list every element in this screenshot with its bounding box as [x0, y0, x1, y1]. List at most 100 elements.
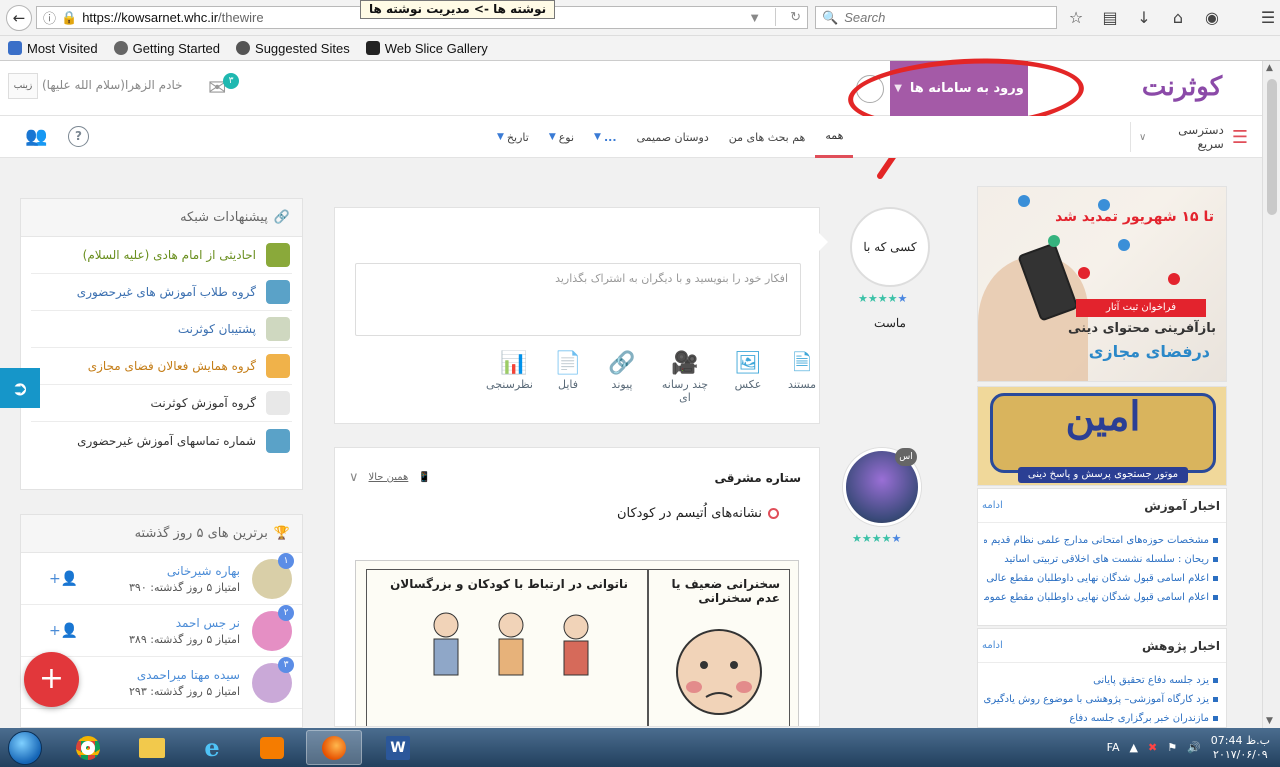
- suggestion-item[interactable]: گروه همایش فعالان فضای مجازی: [31, 348, 292, 385]
- mail-count-badge: ۳: [223, 73, 239, 89]
- scroll-thumb[interactable]: [1267, 79, 1277, 215]
- more-link[interactable]: ادامه: [982, 640, 1003, 651]
- menu-icon[interactable]: ☰: [1258, 8, 1278, 27]
- tab-my-discussions[interactable]: هم بحث های من: [719, 116, 816, 158]
- start-button[interactable]: [8, 731, 42, 765]
- post-time[interactable]: همین حالا: [369, 472, 409, 483]
- banner-ad-amin[interactable]: امین موتور جستجوی پرسش و پاسخ دینی: [977, 386, 1227, 486]
- search-input[interactable]: 🔍 Search: [815, 6, 1057, 29]
- attach-link-button[interactable]: 🔗 پیوند: [603, 350, 641, 404]
- post-input[interactable]: افکار خود را بنویسید و با دیگران به اشتر…: [355, 263, 801, 336]
- tab-type[interactable]: نوع ▼: [539, 116, 584, 158]
- quick-access-menu[interactable]: ☰ دسترسی سریع ∨: [1130, 122, 1248, 152]
- news-item[interactable]: ریحان : سلسله نشست های اخلاقی تربیتی اسا…: [984, 550, 1218, 569]
- rank-badge: ۳: [278, 656, 294, 673]
- user-name[interactable]: بهاره شیرخانی: [129, 564, 240, 578]
- user-name[interactable]: سیده مهتا میراحمدی: [129, 668, 240, 682]
- download-icon[interactable]: ↓: [1134, 8, 1154, 27]
- rating-stars: ★★★★★: [852, 532, 902, 545]
- create-poll-button[interactable]: 📊 نظرسنجی: [486, 350, 533, 404]
- tab-date[interactable]: تاریخ ▼: [487, 116, 539, 158]
- page-scrollbar[interactable]: ▲ ▼: [1262, 61, 1280, 728]
- post-author[interactable]: ستاره مشرقی: [715, 471, 801, 485]
- pocket-icon[interactable]: ◉: [1202, 8, 1222, 27]
- clock[interactable]: 07:44 ب.ظ ۲۰۱۷/۰۶/۰۹: [1211, 734, 1270, 762]
- news-item[interactable]: یزد کارگاه آموزشی– پژوهشی با موضوع روش ی…: [984, 690, 1218, 709]
- info-icon[interactable]: ⓘ: [43, 8, 56, 27]
- tab-more[interactable]: ... ▼: [584, 116, 626, 158]
- network-error-icon[interactable]: ✖: [1148, 741, 1157, 754]
- reload-icon[interactable]: ↻: [790, 9, 801, 25]
- avatar[interactable]: ۳: [252, 656, 294, 703]
- suggestion-item[interactable]: گروه آموزش کوثرنت: [31, 385, 292, 422]
- suggestion-item[interactable]: شماره تماسهای آموزش غیرحضوری: [31, 422, 292, 459]
- explorer-icon[interactable]: [124, 730, 180, 765]
- word-icon[interactable]: W: [370, 730, 426, 765]
- media-player-icon[interactable]: [244, 730, 300, 765]
- language-indicator[interactable]: FA: [1107, 741, 1120, 754]
- attach-document-button[interactable]: 🗎 مستند: [783, 350, 821, 404]
- tab-close-friends[interactable]: دوستان صمیمی: [627, 116, 719, 158]
- bookmark-web-slice-gallery[interactable]: Web Slice Gallery: [365, 41, 488, 56]
- back-icon[interactable]: ←: [6, 5, 32, 31]
- top-user-row[interactable]: ۱ بهاره شیرخانی امتیاز ۵ روز گذشته: ۳۹۰ …: [21, 552, 302, 605]
- scroll-down-icon[interactable]: ▼: [1266, 716, 1273, 726]
- bookmark-star-icon[interactable]: ☆: [1066, 8, 1086, 27]
- news-item[interactable]: اعلام اسامی قبول شدگان نهایی داوطلبان مق…: [984, 569, 1218, 588]
- side-login-icon[interactable]: ➲: [0, 368, 40, 408]
- more-link[interactable]: ادامه: [982, 500, 1003, 511]
- admin-avatar[interactable]: زینب: [8, 73, 38, 99]
- home-icon[interactable]: ⌂: [1168, 8, 1188, 27]
- research-news-panel: ادامه اخبار پژوهش یزد جلسه دفاع تحقیق پا…: [977, 628, 1227, 728]
- bookmark-getting-started[interactable]: Getting Started: [113, 41, 220, 56]
- group-icon[interactable]: 👥: [25, 126, 47, 147]
- suggestion-item[interactable]: پشتیبان کوثرنت: [31, 311, 292, 348]
- attach-file-button[interactable]: 📄 فایل: [549, 350, 587, 404]
- education-news-panel: ادامه اخبار آموزش مشخصات حوزه‌های امتحان…: [977, 488, 1227, 626]
- add-friend-icon[interactable]: 👤+: [49, 571, 78, 587]
- tray-arrow-icon[interactable]: ▲: [1130, 741, 1138, 754]
- bookmark-most-visited[interactable]: Most Visited: [8, 41, 98, 56]
- chevron-down-icon[interactable]: ∨: [349, 470, 359, 485]
- news-item[interactable]: مازندران خبر برگزاری جلسه دفاع: [984, 709, 1218, 727]
- dropdown-icon[interactable]: ▼: [748, 10, 761, 25]
- rating-stars: ★★★★★: [858, 292, 908, 305]
- child-face-illustration: [676, 629, 762, 715]
- flag-icon[interactable]: ⚑: [1167, 741, 1177, 754]
- volume-icon[interactable]: 🔊: [1187, 741, 1201, 754]
- admin-name[interactable]: خادم الزهرا(سلام الله علیها): [42, 78, 183, 92]
- hamburger-icon: ☰: [1231, 126, 1248, 148]
- chrome-icon[interactable]: [60, 730, 116, 765]
- news-item[interactable]: یزد جلسه دفاع تحقیق پایانی: [984, 671, 1218, 690]
- url-path: /thewire: [218, 10, 264, 25]
- help-icon[interactable]: ?: [68, 126, 89, 147]
- add-friend-icon[interactable]: 👤+: [49, 623, 78, 639]
- add-post-button[interactable]: +: [24, 652, 79, 707]
- avatar[interactable]: ۱: [252, 552, 294, 599]
- banner-ad-submission[interactable]: تا ۱۵ شهریور تمدید شد فراخوان ثبت آثار ب…: [977, 186, 1227, 382]
- user-name[interactable]: نر جس احمد: [129, 616, 240, 630]
- suggestion-item[interactable]: گروه طلاب آموزش های غیرحضوری: [31, 274, 292, 311]
- attach-video-button[interactable]: 🎥 چند رسانه ای: [657, 350, 713, 404]
- post-image[interactable]: ناتوانی در ارتباط با کودکان و بزرگسالان …: [355, 560, 799, 726]
- bookmark-suggested-sites[interactable]: Suggested Sites: [236, 41, 350, 56]
- scroll-up-icon[interactable]: ▲: [1266, 63, 1273, 73]
- attach-image-button[interactable]: 🖼 عکس: [729, 350, 767, 404]
- suggestion-item[interactable]: احادیثی از امام هادی (علیه السلام): [31, 237, 292, 274]
- ie-icon[interactable]: e: [184, 730, 240, 765]
- top-user-row[interactable]: ۲ نر جس احمد امتیاز ۵ روز گذشته: ۳۸۹ 👤+: [21, 604, 302, 657]
- current-user-avatar[interactable]: کسی که با ماست: [850, 207, 930, 330]
- suggestions-title: پیشنهادات شبکه: [180, 210, 268, 225]
- news-item[interactable]: مشخصات حوزه‌های امتحانی مدارج علمی نظام …: [984, 531, 1218, 550]
- slice-icon: [365, 41, 380, 55]
- reading-list-icon[interactable]: ▤: [1100, 8, 1120, 27]
- firefox-icon[interactable]: [306, 730, 362, 765]
- group-thumbnail: [266, 428, 290, 453]
- link-icon: 🔗: [273, 210, 290, 225]
- tab-all[interactable]: همه: [815, 116, 854, 158]
- avatar[interactable]: ۲: [252, 604, 294, 651]
- site-logo[interactable]: کوثرنت: [1142, 66, 1222, 108]
- caret-icon: ▼: [497, 132, 504, 142]
- news-item[interactable]: اعلام اسامی قبول شدگان نهایی داوطلبان مق…: [984, 588, 1218, 607]
- file-icon: 📄: [554, 351, 582, 376]
